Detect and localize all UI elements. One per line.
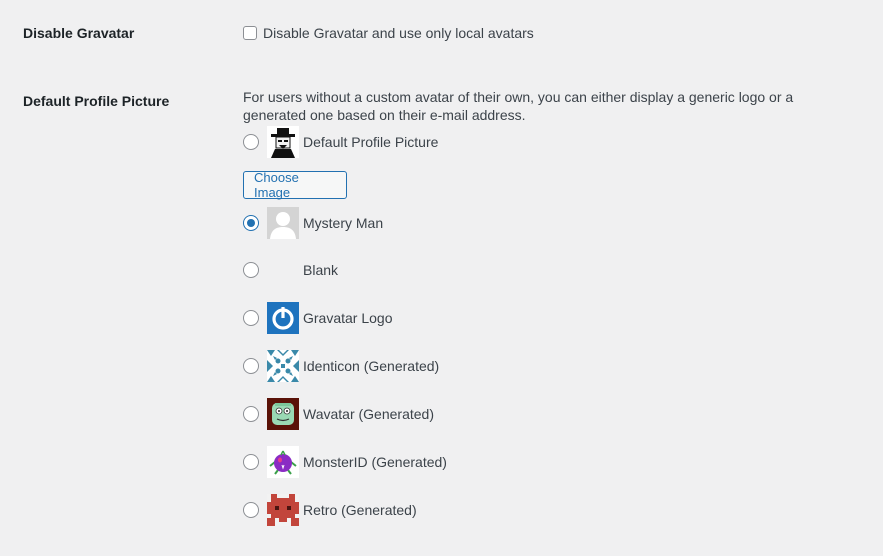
option-gravatar-logo[interactable]: Gravatar Logo	[243, 302, 393, 334]
option-label[interactable]: Mystery Man	[303, 215, 383, 231]
option-label[interactable]: Gravatar Logo	[303, 310, 393, 326]
custom-avatar-icon	[267, 126, 299, 158]
option-identicon[interactable]: Identicon (Generated)	[243, 350, 439, 382]
radio-mystery-man[interactable]	[243, 215, 259, 231]
option-mystery-man[interactable]: Mystery Man	[243, 207, 383, 239]
radio-monsterid[interactable]	[243, 454, 259, 470]
blank-avatar	[267, 254, 299, 286]
choose-image-button[interactable]: Choose Image	[243, 170, 347, 200]
option-monsterid[interactable]: MonsterID (Generated)	[243, 446, 447, 478]
disable-gravatar-checkbox[interactable]	[243, 26, 257, 40]
disable-gravatar-checkbox-label[interactable]: Disable Gravatar and use only local avat…	[263, 25, 534, 41]
radio-retro[interactable]	[243, 502, 259, 518]
disable-gravatar-field[interactable]: Disable Gravatar and use only local avat…	[243, 25, 534, 41]
disable-gravatar-label: Disable Gravatar	[23, 25, 135, 41]
radio-gravatar-logo[interactable]	[243, 310, 259, 326]
option-label[interactable]: Blank	[303, 262, 338, 278]
option-label[interactable]: Wavatar (Generated)	[303, 406, 434, 422]
retro-icon	[267, 494, 299, 526]
default-picture-description: For users without a custom avatar of the…	[243, 89, 794, 123]
mystery-man-icon	[267, 207, 299, 239]
option-default-profile-picture[interactable]: Default Profile Picture	[243, 126, 438, 158]
option-wavatar[interactable]: Wavatar (Generated)	[243, 398, 434, 430]
default-profile-picture-label: Default Profile Picture	[23, 93, 170, 109]
option-blank[interactable]: Blank	[243, 254, 338, 286]
monsterid-icon	[267, 446, 299, 478]
option-label[interactable]: Identicon (Generated)	[303, 358, 439, 374]
radio-default-profile-picture[interactable]	[243, 134, 259, 150]
radio-wavatar[interactable]	[243, 406, 259, 422]
wavatar-icon	[267, 398, 299, 430]
option-label[interactable]: Default Profile Picture	[303, 134, 438, 150]
radio-identicon[interactable]	[243, 358, 259, 374]
radio-blank[interactable]	[243, 262, 259, 278]
option-label[interactable]: Retro (Generated)	[303, 502, 417, 518]
option-label[interactable]: MonsterID (Generated)	[303, 454, 447, 470]
identicon-icon	[267, 350, 299, 382]
gravatar-logo-icon	[267, 302, 299, 334]
option-retro[interactable]: Retro (Generated)	[243, 494, 417, 526]
